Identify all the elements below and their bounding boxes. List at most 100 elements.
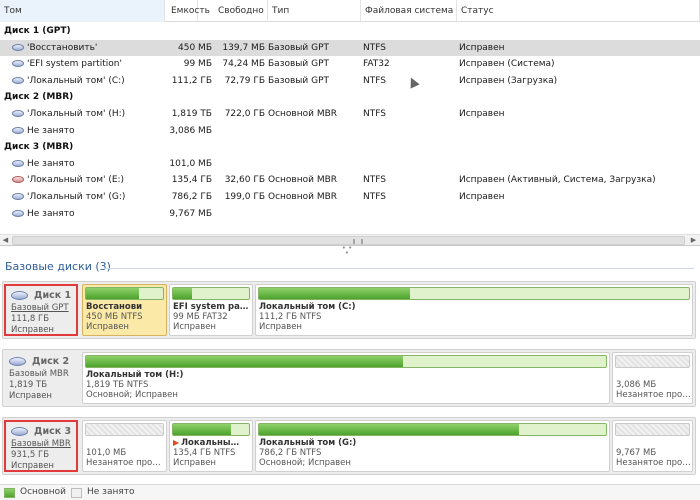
partition-size: 450 МБ NTFS — [86, 312, 143, 322]
cell-status: Исправен (Загрузка) — [459, 75, 558, 86]
disk-group-header[interactable]: Диск 1 (GPT) — [0, 23, 700, 40]
disk-icon — [11, 427, 28, 436]
flag-volume-icon — [12, 176, 24, 184]
cell-volume: 'Локальный том' (H:) — [0, 106, 165, 122]
disk-info[interactable]: Диск 1 Базовый GPT 111,8 ГБ Исправен — [4, 284, 78, 336]
partition-size: 111,2 ГБ NTFS — [259, 312, 322, 322]
table-row[interactable]: Не занято 101,0 МБ — [0, 156, 700, 173]
volume-name: Не занято — [27, 158, 75, 169]
column-header-volume[interactable]: Том — [0, 0, 165, 22]
table-row[interactable]: 'EFI system partition' 99 МБ 74,24 МБ Базов… — [0, 56, 700, 73]
cell-free: 32,60 ГБ — [224, 175, 265, 186]
cell-status: Исправен (Активный, Система, Загрузка) — [459, 175, 656, 186]
column-header-fs[interactable]: Файловая система — [361, 0, 457, 22]
volume-icon — [12, 43, 24, 51]
partition-status: Незанятое про… — [616, 390, 691, 400]
partition-block[interactable]: Локальны… 135,4 ГБ NTFS Исправен — [169, 420, 253, 472]
cell-free: 72,79 ГБ — [224, 75, 265, 86]
usage-fill — [259, 424, 520, 435]
disk-group-label: Диск 2 (MBR) — [4, 92, 74, 103]
disk-type: Базовый MBR — [9, 369, 69, 379]
cell-capacity: 786,2 ГБ — [171, 192, 212, 202]
usage-fill — [86, 356, 404, 367]
cell-capacity: 1,819 ТБ — [171, 109, 212, 119]
cell-fs: FAT32 — [363, 59, 390, 70]
partition-status: Исправен — [259, 322, 302, 332]
volume-name: 'Локальный том' (H:) — [27, 109, 126, 119]
cell-type — [268, 156, 360, 172]
pane-splitter-grip[interactable]: • • • — [340, 245, 354, 257]
table-row[interactable]: 'Локальный том' (G:) 786,2 ГБ 199,0 ГБ Осно… — [0, 189, 700, 206]
legend-swatch-free — [71, 488, 82, 498]
cell-status: Исправен (Система) — [459, 59, 555, 70]
disk-status: Исправен — [9, 391, 52, 401]
scroll-right-icon[interactable]: ▶ — [688, 235, 699, 246]
cell-free — [212, 206, 265, 222]
disk-group-header[interactable]: Диск 3 (MBR) — [0, 139, 700, 156]
cell-status: Исправен — [459, 42, 505, 53]
partition-block[interactable]: Локальный том (G:) 786,2 ГБ NTFS Основной;… — [255, 420, 610, 472]
partition-block[interactable]: EFI system pa… 99 МБ FAT32 Исправен — [169, 284, 253, 336]
usage-bar — [258, 287, 690, 300]
partition-block[interactable]: Восстанови 450 МБ NTFS Исправен — [82, 284, 167, 336]
partition-size: 99 МБ FAT32 — [173, 312, 228, 322]
partition-name: Локальный том (C:) — [259, 302, 690, 312]
partition-status: Незанятое про… — [86, 458, 161, 468]
cell-type: Основной MBR — [268, 192, 338, 202]
disk-group-label: Диск 3 (MBR) — [4, 142, 74, 153]
disk-icon — [9, 357, 26, 366]
cell-free — [212, 123, 265, 139]
cell-type: Базовый GPT — [268, 75, 330, 86]
partition-block[interactable]: Локальный том (C:) 111,2 ГБ NTFS Исправен — [255, 284, 693, 336]
cell-capacity: 3,086 МБ — [169, 125, 212, 136]
cell-fs: NTFS — [363, 175, 386, 186]
partition-status: Основной; Исправен — [259, 458, 351, 468]
table-row[interactable]: 'Восстановить' 450 МБ 139,7 МБ Базовый GPT N… — [0, 39, 700, 57]
cell-capacity: 101,0 МБ — [169, 158, 212, 169]
column-header-free[interactable]: Свободно — [198, 0, 268, 22]
disk-name-label: Диск 3 — [34, 426, 72, 437]
legend-swatch-primary — [4, 488, 15, 498]
volume-icon — [12, 193, 24, 200]
disk-info[interactable]: Диск 3 Базовый MBR 931,5 ГБ Исправен — [4, 420, 78, 472]
cell-free: 199,0 ГБ — [224, 192, 265, 202]
cell-free: 722,0 ГБ — [224, 109, 265, 119]
cell-status: Исправен — [459, 192, 505, 202]
table-row[interactable]: 'Локальный том' (C:) 111,2 ГБ 72,79 ГБ Базо… — [0, 73, 700, 90]
usage-bar — [615, 355, 690, 368]
unallocated-space[interactable]: 9,767 МБ Незанятое про… — [612, 420, 693, 472]
column-header-capacity[interactable]: Емкость — [165, 0, 210, 22]
unallocated-space[interactable]: 3,086 МБ Незанятое про… — [612, 352, 693, 404]
volume-icon — [12, 126, 24, 134]
table-row[interactable]: Не занято 3,086 МБ — [0, 123, 700, 140]
partition-status: Исправен — [86, 322, 129, 332]
disk-row-2: Диск 2 Базовый MBR 1,819 ТБ Исправен Локальн… — [2, 349, 696, 407]
usage-bar — [172, 287, 250, 300]
cell-volume: 'EFI system partition' — [0, 56, 165, 72]
cell-volume: 'Восстановить' — [0, 40, 165, 56]
partition-size: 101,0 МБ — [86, 448, 127, 458]
table-row[interactable]: 'Локальный том' (E:) 135,4 ГБ 32,60 ГБ Осно… — [0, 172, 700, 189]
disk-icon — [11, 291, 28, 300]
usage-fill — [259, 288, 410, 299]
column-header-status[interactable]: Статус — [457, 0, 700, 22]
partition-status: Основной; Исправен — [86, 390, 178, 400]
column-header-type[interactable]: Тип — [268, 0, 361, 22]
volume-icon — [12, 60, 24, 68]
cell-volume: Не занято — [0, 156, 165, 172]
partition-name-label: Локальный том (G:) — [259, 438, 357, 448]
table-row[interactable]: Не занято 9,767 МБ — [0, 206, 700, 223]
partition-name: Локальны… — [173, 438, 250, 448]
partition-status: Исправен — [173, 458, 216, 468]
partition-block[interactable]: Локальный том (H:) 1,819 ТБ NTFS Основной;… — [82, 352, 610, 404]
disk-group-header[interactable]: Диск 2 (MBR) — [0, 89, 700, 106]
disk-size: 1,819 ТБ — [9, 380, 48, 390]
cell-capacity: 135,4 ГБ — [171, 175, 212, 186]
partition-name-label: Восстанови — [86, 302, 143, 312]
disk-info[interactable]: Диск 2 Базовый MBR 1,819 ТБ Исправен — [4, 352, 78, 404]
unallocated-space[interactable]: 101,0 МБ Незанятое про… — [82, 420, 167, 472]
partition-status: Исправен — [173, 322, 216, 332]
scroll-left-icon[interactable]: ◀ — [0, 235, 11, 246]
cell-volume: Не занято — [0, 206, 165, 222]
table-row[interactable]: 'Локальный том' (H:) 1,819 ТБ 722,0 ГБ Осно… — [0, 106, 700, 123]
